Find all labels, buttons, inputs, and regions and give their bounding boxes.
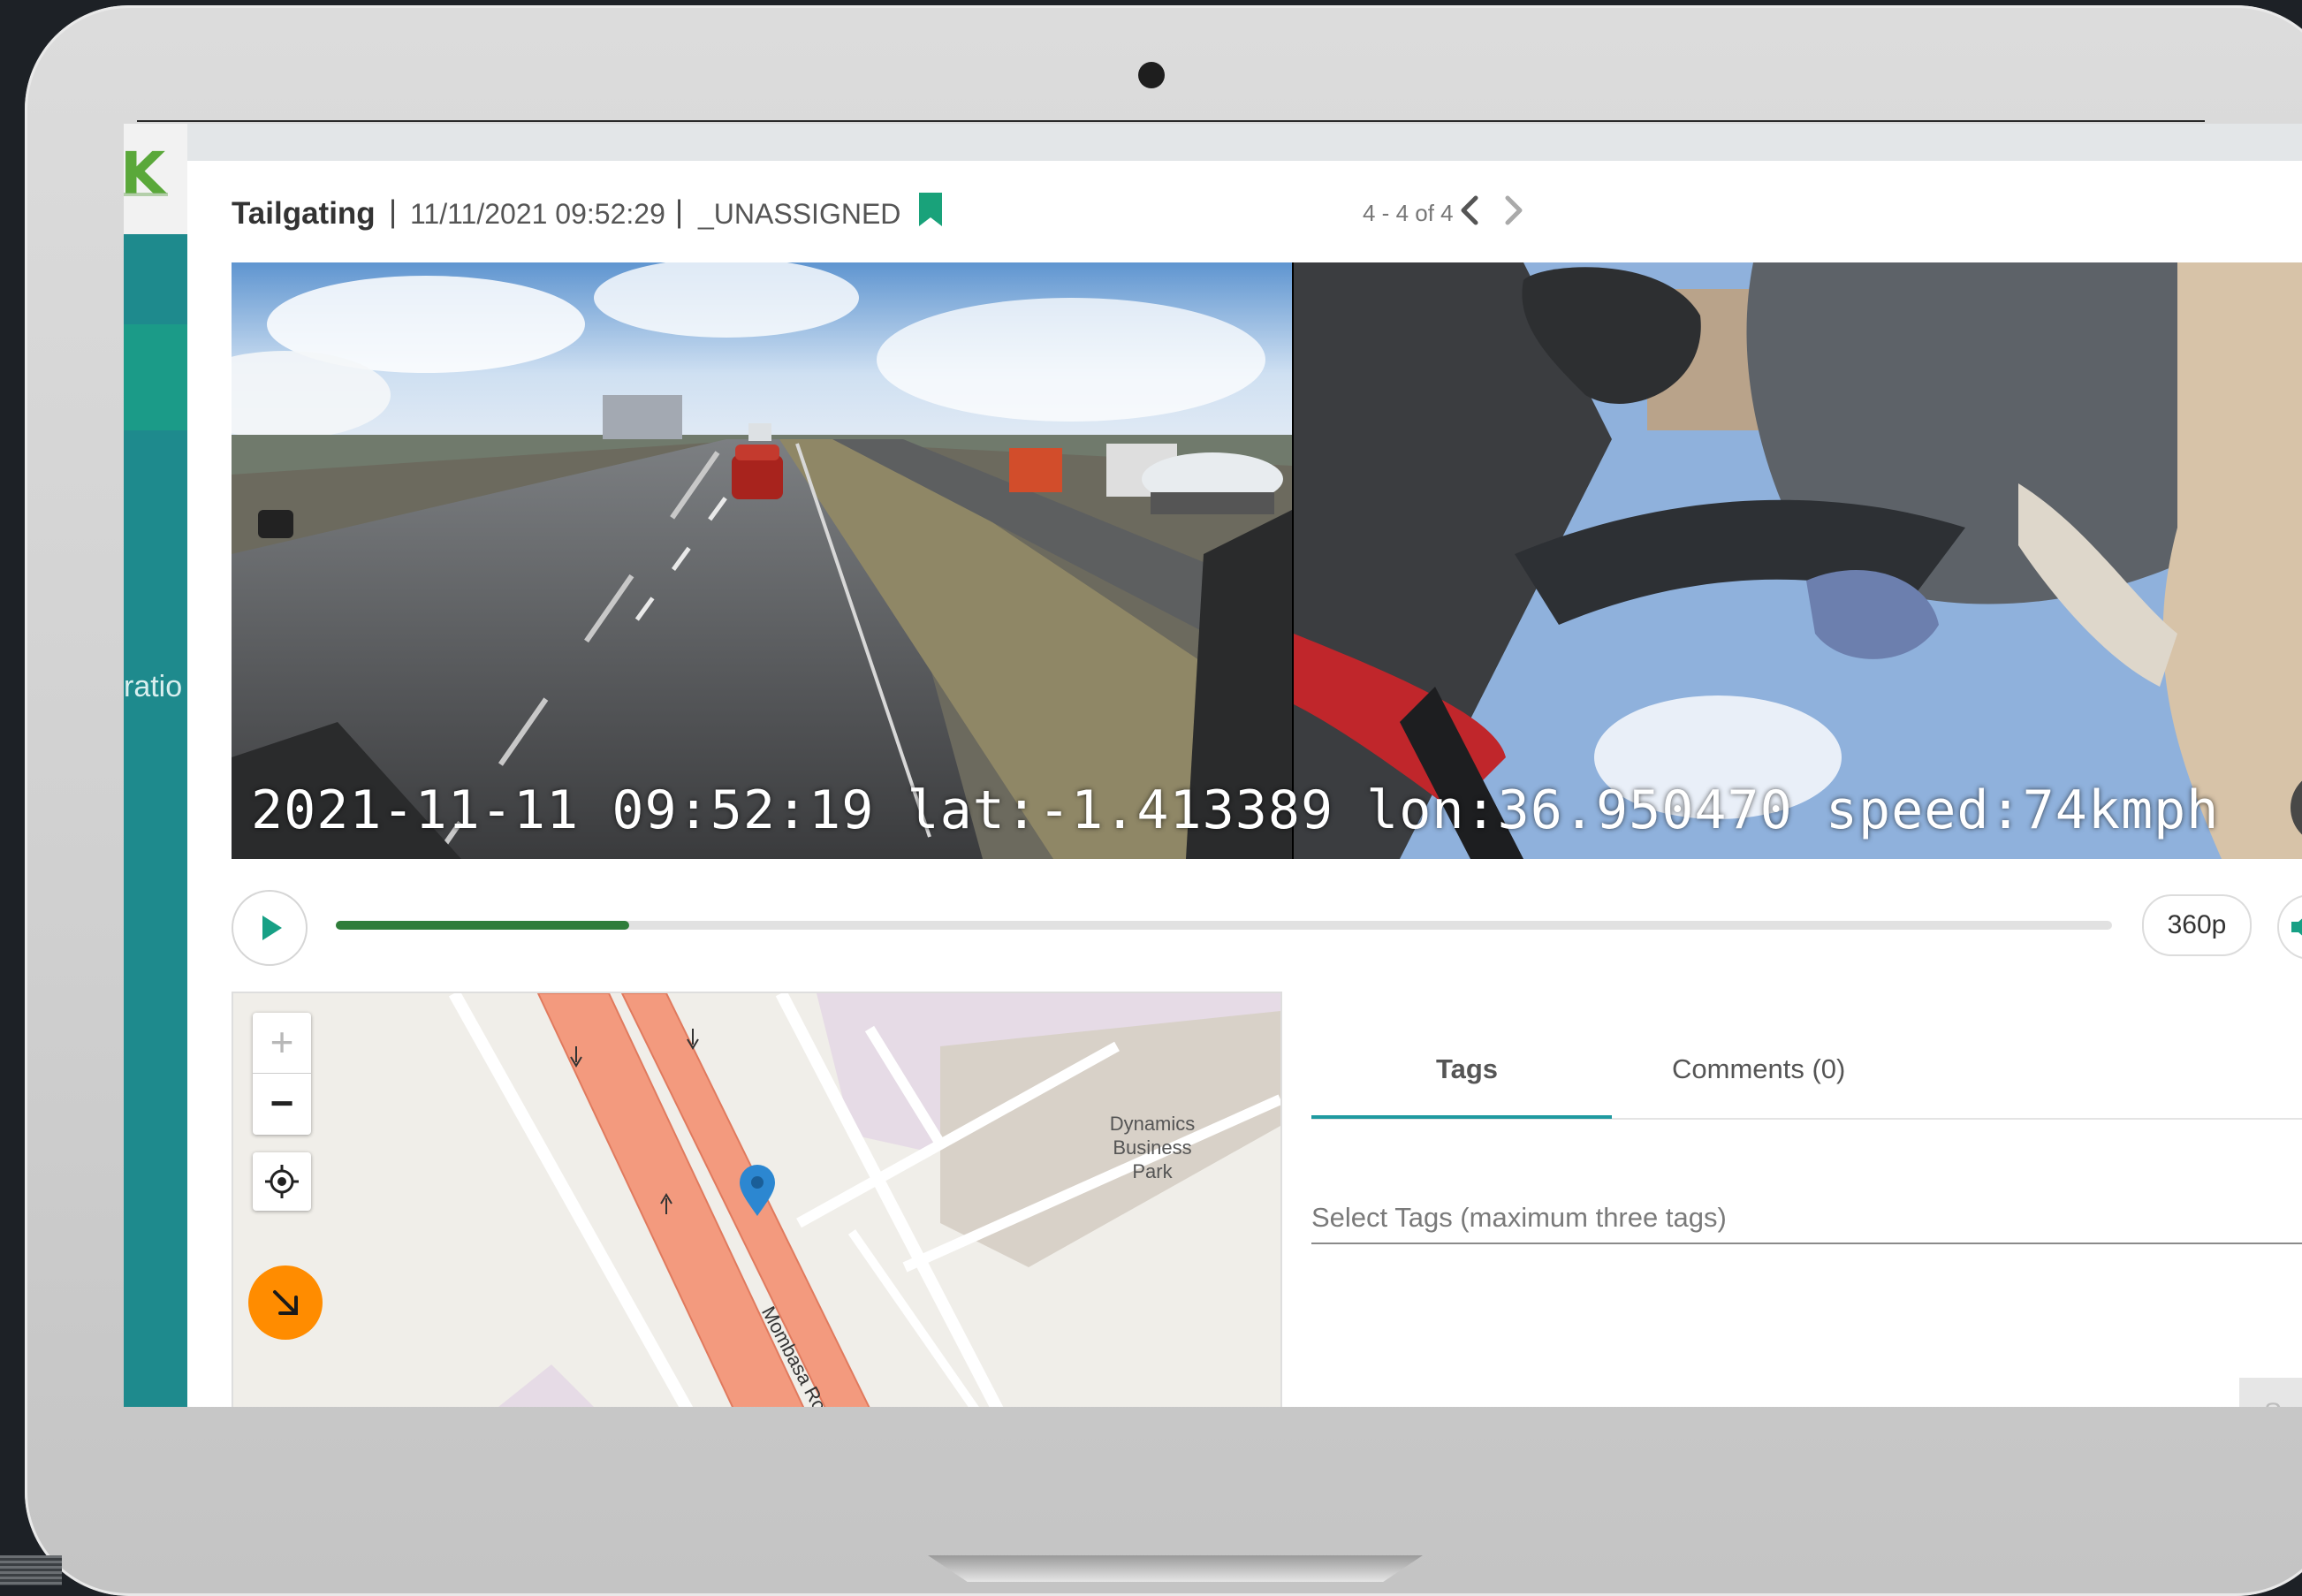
sidebar-item-active[interactable] bbox=[124, 324, 187, 430]
zoom-out-button[interactable]: − bbox=[253, 1074, 311, 1134]
select-tags-input[interactable] bbox=[1311, 1193, 2302, 1244]
laptop-hinge bbox=[928, 1555, 1423, 1582]
next-event-button[interactable] bbox=[1495, 189, 1531, 232]
logo-area: K bbox=[124, 124, 187, 234]
volume-icon bbox=[2291, 918, 2302, 936]
location-marker-icon bbox=[740, 1165, 775, 1216]
zoom-in-button[interactable]: + bbox=[253, 1013, 311, 1074]
map-place-label: Dynamics Business Park bbox=[1109, 1113, 1196, 1182]
fullscreen-button[interactable] bbox=[2291, 771, 2302, 845]
bookmark-icon[interactable] bbox=[917, 191, 944, 228]
arrow-down-right-icon bbox=[273, 1290, 298, 1315]
sidebar: K ratio bbox=[124, 124, 187, 1407]
app-screen: K ratio Tailgating | 11/11/2021 09:52:29… bbox=[124, 124, 2302, 1407]
brand-logo-subtitle bbox=[124, 193, 168, 196]
tab-comments[interactable]: Comments (0) bbox=[1672, 1053, 1845, 1085]
event-location-map[interactable]: Dynamics Business Park Mombasa Road + − bbox=[232, 992, 1282, 1407]
road-facing-camera-frame bbox=[232, 262, 1292, 859]
crosshair-icon bbox=[265, 1165, 299, 1198]
header-separator: | bbox=[675, 194, 684, 229]
save-button[interactable]: Sav bbox=[2239, 1378, 2302, 1407]
previous-event-button[interactable] bbox=[1453, 189, 1488, 232]
quality-selector[interactable]: 360p bbox=[2142, 894, 2252, 956]
play-button[interactable] bbox=[232, 890, 308, 966]
event-assignee: _UNASSIGNED bbox=[698, 198, 901, 230]
event-type-title: Tailgating bbox=[232, 196, 376, 231]
screen-top-edge bbox=[137, 120, 2205, 122]
tab-tags[interactable]: Tags bbox=[1436, 1053, 1498, 1085]
video-telemetry-overlay: 2021-11-11 09:52:19 lat:-1.413389 lon:36… bbox=[251, 779, 2220, 841]
vehicle-heading-button[interactable] bbox=[248, 1265, 323, 1340]
laptop-base-edge bbox=[0, 1555, 62, 1585]
driver-facing-camera-frame bbox=[1294, 262, 2302, 859]
webcam-dot bbox=[1138, 62, 1165, 88]
sidebar-item-label[interactable]: ratio bbox=[124, 670, 182, 704]
video-player[interactable]: 2021-11-11 09:52:19 lat:-1.413389 lon:36… bbox=[232, 262, 2302, 859]
pagination-count: 4 - 4 of 4 bbox=[1363, 200, 1454, 226]
header-separator: | bbox=[389, 194, 398, 229]
play-icon bbox=[262, 916, 282, 940]
playback-progress-fill bbox=[336, 921, 629, 930]
brand-logo: K bbox=[124, 140, 166, 208]
volume-button[interactable] bbox=[2277, 894, 2302, 960]
locate-button[interactable] bbox=[253, 1152, 311, 1211]
active-tab-indicator bbox=[1311, 1115, 1612, 1119]
event-detail-modal: Tailgating | 11/11/2021 09:52:29 | _UNAS… bbox=[187, 161, 2302, 1407]
playback-progress-bar[interactable] bbox=[336, 921, 2112, 930]
fullscreen-icon bbox=[2291, 771, 2302, 845]
event-datetime: 11/11/2021 09:52:29 bbox=[410, 198, 665, 230]
map-zoom-control: + − bbox=[253, 1013, 311, 1135]
